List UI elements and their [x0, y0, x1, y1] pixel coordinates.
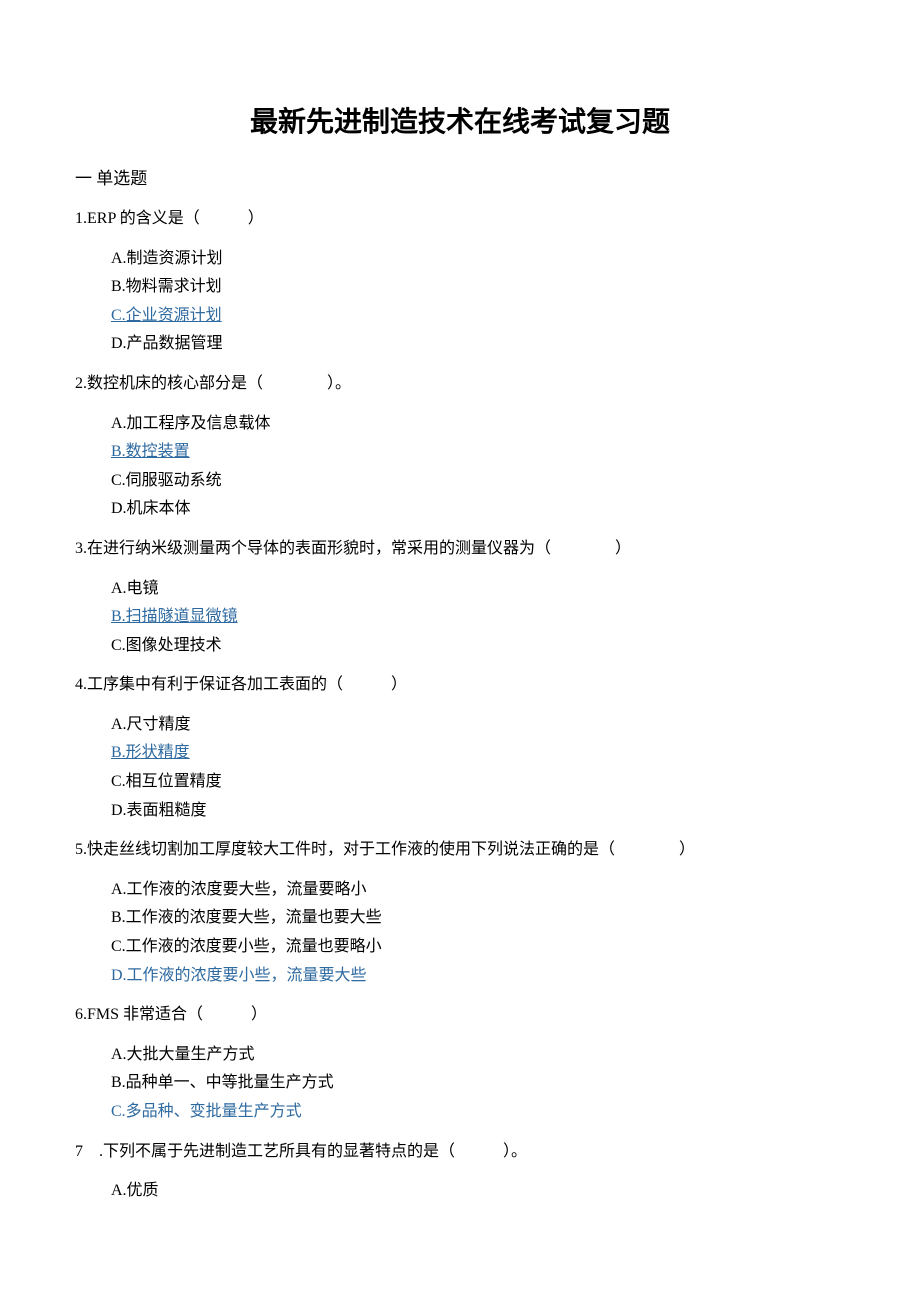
option-text: A.制造资源计划 [111, 250, 223, 267]
option-text: C.相互位置精度 [111, 773, 222, 790]
option-text: A.电镜 [111, 580, 159, 597]
option-text: B.品种单一、中等批量生产方式 [111, 1074, 334, 1091]
option-answer: D.工作液的浓度要小些，流量要大些 [111, 967, 367, 984]
option-answer: B.形状精度 [111, 744, 190, 761]
option-text: C.伺服驱动系统 [111, 472, 222, 489]
option-line: B.工作液的浓度要大些，流量也要大些 [111, 905, 845, 931]
option-line: C.伺服驱动系统 [111, 468, 845, 494]
question-stem: 1.ERP 的含义是（ ） [75, 206, 845, 232]
options-block: A.工作液的浓度要大些，流量要略小 B.工作液的浓度要大些，流量也要大些 C.工作液… [111, 877, 845, 988]
option-line: C.企业资源计划 [111, 303, 845, 329]
options-block: A.大批大量生产方式 B.品种单一、中等批量生产方式 C.多品种、变批量生产方式 [111, 1042, 845, 1125]
option-text: D.表面粗糙度 [111, 802, 207, 819]
option-text: A.大批大量生产方式 [111, 1046, 255, 1063]
option-line: C.多品种、变批量生产方式 [111, 1099, 845, 1125]
options-block: A.尺寸精度 B.形状精度 C.相互位置精度 D.表面粗糙度 [111, 712, 845, 823]
option-text: A.工作液的浓度要大些，流量要略小 [111, 881, 367, 898]
options-block: A.制造资源计划 B.物料需求计划 C.企业资源计划 D.产品数据管理 [111, 246, 845, 357]
option-text: A.尺寸精度 [111, 716, 191, 733]
option-line: A.加工程序及信息载体 [111, 411, 845, 437]
option-line: C.相互位置精度 [111, 769, 845, 795]
option-line: B.数控装置 [111, 439, 845, 465]
option-line: D.产品数据管理 [111, 331, 845, 357]
questions-container: 1.ERP 的含义是（ ） A.制造资源计划 B.物料需求计划 C.企业资源计划 D.产… [75, 206, 845, 1204]
question-stem: 7 .下列不属于先进制造工艺所具有的显著特点的是（ ）。 [75, 1139, 845, 1165]
option-text: D.机床本体 [111, 500, 191, 517]
option-line: D.机床本体 [111, 496, 845, 522]
section-heading: 一 单选题 [75, 165, 845, 192]
option-line: D.表面粗糙度 [111, 798, 845, 824]
option-text: C.图像处理技术 [111, 637, 222, 654]
option-line: C.图像处理技术 [111, 633, 845, 659]
option-line: A.尺寸精度 [111, 712, 845, 738]
option-text: B.工作液的浓度要大些，流量也要大些 [111, 909, 382, 926]
option-line: C.工作液的浓度要小些，流量也要略小 [111, 934, 845, 960]
option-text: A.优质 [111, 1182, 159, 1199]
option-line: A.大批大量生产方式 [111, 1042, 845, 1068]
question-stem: 3.在进行纳米级测量两个导体的表面形貌时，常采用的测量仪器为（ ） [75, 536, 845, 562]
option-line: A.优质 [111, 1178, 845, 1204]
option-line: A.制造资源计划 [111, 246, 845, 272]
option-line: A.工作液的浓度要大些，流量要略小 [111, 877, 845, 903]
option-line: B.扫描隧道显微镜 [111, 604, 845, 630]
option-text: A.加工程序及信息载体 [111, 415, 271, 432]
option-text: C.工作液的浓度要小些，流量也要略小 [111, 938, 382, 955]
option-line: D.工作液的浓度要小些，流量要大些 [111, 963, 845, 989]
question-stem: 4.工序集中有利于保证各加工表面的（ ） [75, 672, 845, 698]
option-line: B.品种单一、中等批量生产方式 [111, 1070, 845, 1096]
question-stem: 2.数控机床的核心部分是（ ）。 [75, 371, 845, 397]
question-stem: 6.FMS 非常适合（ ） [75, 1002, 845, 1028]
options-block: A.优质 [111, 1178, 845, 1204]
options-block: A.电镜 B.扫描隧道显微镜 C.图像处理技术 [111, 576, 845, 659]
option-answer: C.企业资源计划 [111, 307, 222, 324]
option-line: B.物料需求计划 [111, 274, 845, 300]
option-answer: B.数控装置 [111, 443, 190, 460]
option-answer: C.多品种、变批量生产方式 [111, 1103, 302, 1120]
option-answer: B.扫描隧道显微镜 [111, 608, 238, 625]
option-line: B.形状精度 [111, 740, 845, 766]
option-text: B.物料需求计划 [111, 278, 222, 295]
page-title: 最新先进制造技术在线考试复习题 [75, 100, 845, 145]
option-line: A.电镜 [111, 576, 845, 602]
question-stem: 5.快走丝线切割加工厚度较大工件时，对于工作液的使用下列说法正确的是（ ） [75, 837, 845, 863]
options-block: A.加工程序及信息载体 B.数控装置 C.伺服驱动系统 D.机床本体 [111, 411, 845, 522]
option-text: D.产品数据管理 [111, 335, 223, 352]
